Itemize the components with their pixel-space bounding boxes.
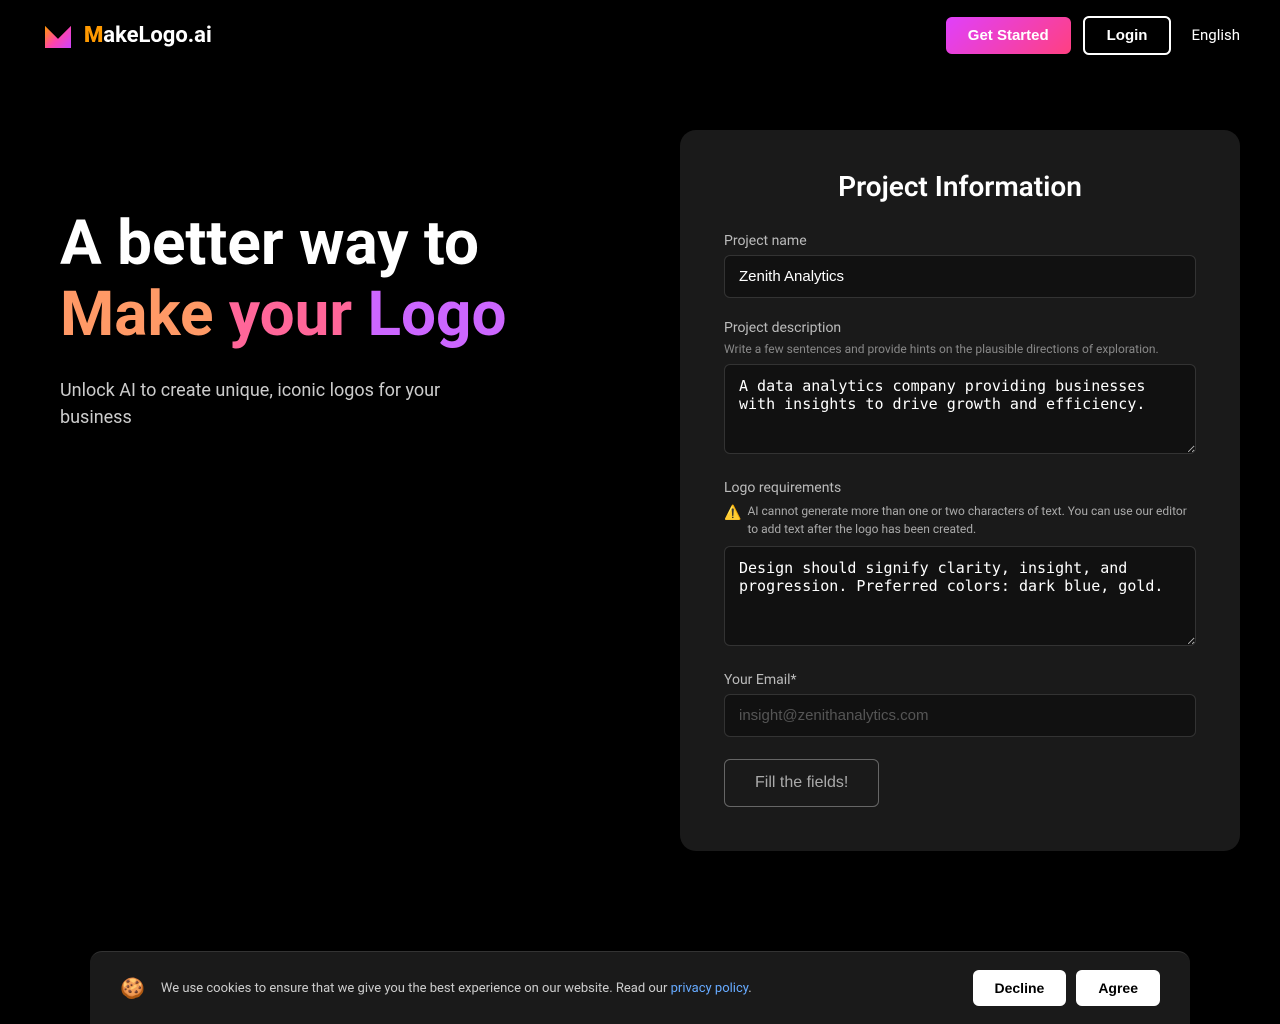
submit-button[interactable]: Fill the fields!: [724, 759, 879, 807]
hero-make: Make: [60, 278, 213, 351]
hero-section: A better way to Make your Logo Unlock AI…: [60, 130, 580, 431]
logo-requirements-group: Logo requirements ⚠️ AI cannot generate …: [724, 480, 1196, 650]
logo[interactable]: MakeLogo.ai: [40, 17, 212, 53]
logo-requirements-warning: ⚠️ AI cannot generate more than one or t…: [724, 502, 1196, 538]
project-description-group: Project description Write a few sentence…: [724, 320, 1196, 458]
project-name-input[interactable]: [724, 255, 1196, 298]
agree-button[interactable]: Agree: [1076, 970, 1160, 1006]
cookie-text: We use cookies to ensure that we give yo…: [161, 981, 957, 996]
language-selector[interactable]: English: [1191, 26, 1240, 44]
project-description-hint: Write a few sentences and provide hints …: [724, 342, 1196, 356]
hero-line1: A better way to: [60, 210, 580, 278]
hero-line2: Make your Logo: [60, 278, 580, 352]
logo-requirements-label: Logo requirements: [724, 480, 1196, 496]
hero-your: your: [229, 278, 352, 351]
logo-label: MakeLogo.ai: [84, 23, 212, 48]
main-content: A better way to Make your Logo Unlock AI…: [0, 70, 1280, 891]
hero-logo: Logo: [368, 278, 507, 351]
warning-icon: ⚠️: [724, 503, 741, 524]
makelogo-icon: [40, 17, 76, 53]
decline-button[interactable]: Decline: [973, 970, 1067, 1006]
logo-m: M: [84, 23, 103, 48]
privacy-policy-link[interactable]: privacy policy: [671, 981, 749, 996]
header-actions: Get Started Login English: [946, 16, 1240, 55]
cookie-banner: 🍪 We use cookies to ensure that we give …: [90, 951, 1190, 1024]
cookie-actions: Decline Agree: [973, 970, 1161, 1006]
project-description-input[interactable]: A data analytics company providing busin…: [724, 364, 1196, 454]
logo-requirements-input[interactable]: Design should signify clarity, insight, …: [724, 546, 1196, 646]
header: MakeLogo.ai Get Started Login English: [0, 0, 1280, 70]
login-button[interactable]: Login: [1083, 16, 1172, 55]
project-info-panel: Project Information Project name Project…: [680, 130, 1240, 851]
email-input[interactable]: [724, 694, 1196, 737]
project-description-label: Project description: [724, 320, 1196, 336]
form-title: Project Information: [724, 170, 1196, 203]
email-label: Your Email*: [724, 672, 1196, 688]
get-started-button[interactable]: Get Started: [946, 17, 1071, 54]
project-name-group: Project name: [724, 233, 1196, 298]
cookie-icon: 🍪: [120, 976, 145, 1000]
project-name-label: Project name: [724, 233, 1196, 249]
hero-subtitle: Unlock AI to create unique, iconic logos…: [60, 377, 460, 431]
email-group: Your Email*: [724, 672, 1196, 737]
